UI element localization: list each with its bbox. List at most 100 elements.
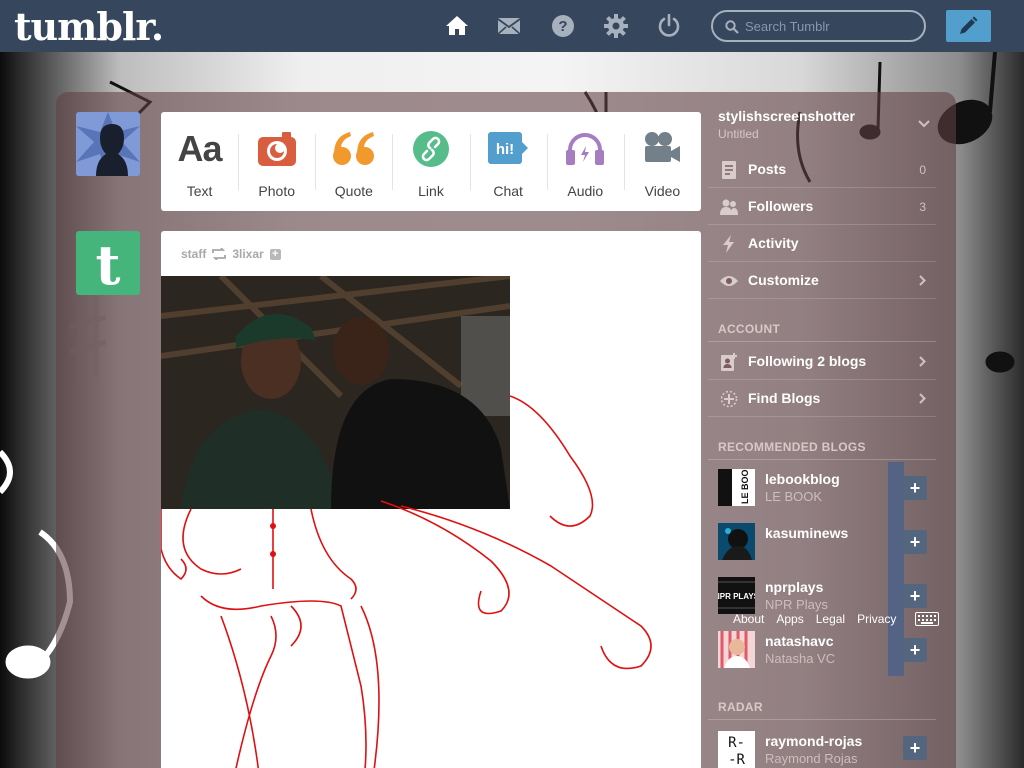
reblog-icon — [212, 248, 227, 260]
blog-avatar: R- -R — [718, 731, 755, 768]
search-box[interactable] — [711, 10, 926, 42]
blog-title: Raymond Rojas — [765, 751, 858, 766]
recommended-heading: RECOMMENDED BLOGS — [718, 440, 866, 454]
footer-link-privacy[interactable]: Privacy — [857, 612, 896, 626]
footer-link-legal[interactable]: Legal — [816, 612, 845, 626]
eye-icon — [720, 276, 738, 286]
svg-text:LE BOOK: LE BOOK — [740, 469, 750, 504]
sidebar-item-find-blogs[interactable]: Find Blogs — [708, 380, 936, 417]
tumblr-logo[interactable]: tumblr. — [14, 4, 164, 49]
follow-button-raymond-rojas[interactable]: + — [903, 736, 927, 760]
post-type-audio[interactable]: Audio — [546, 112, 624, 211]
chevron-down-icon — [918, 120, 930, 128]
chevron-right-icon — [919, 356, 926, 367]
blog-title: Untitled — [718, 127, 759, 141]
post-type-quote[interactable]: Quote — [315, 112, 392, 211]
blog-name: nprplays — [765, 579, 824, 595]
staff-avatar[interactable]: t — [76, 231, 140, 295]
chat-icon: hi! — [488, 132, 529, 164]
svg-text:NPR PLAYS: NPR PLAYS — [718, 592, 755, 601]
blog-avatar — [718, 523, 755, 560]
following-list-icon — [721, 353, 737, 371]
blog-name: lebookblog — [765, 471, 840, 487]
mail-icon[interactable] — [497, 14, 521, 38]
footer-link-about[interactable]: About — [733, 612, 764, 626]
help-icon[interactable]: ? — [551, 14, 575, 38]
post-type-label: Link — [418, 183, 444, 199]
radar-blog-raymond-rojas[interactable]: R- -R raymond-rojas Raymond Rojas — [708, 731, 936, 768]
account-heading: ACCOUNT — [718, 322, 781, 336]
footer-links: About Apps Legal Privacy — [733, 612, 898, 626]
compass-icon — [720, 390, 738, 408]
blog-switcher[interactable]: stylishscreenshotter Untitled — [718, 108, 930, 148]
blog-avatar — [718, 631, 755, 668]
chevron-right-icon — [919, 393, 926, 404]
headphones-icon — [566, 133, 605, 165]
sidebar-item-customize[interactable]: Customize — [708, 262, 936, 299]
svg-text:-R: -R — [728, 752, 745, 768]
sidebar-item-followers[interactable]: Followers 3 — [708, 188, 936, 225]
svg-text:?: ? — [558, 18, 567, 35]
svg-text:R-: R- — [728, 735, 745, 751]
blog-name: kasuminews — [765, 525, 849, 541]
follow-button-nprplays[interactable]: + — [903, 584, 927, 608]
sidebar-item-activity[interactable]: Activity — [708, 225, 936, 262]
recommended-blog-natashavc[interactable]: natashavc Natasha VC — [708, 631, 936, 685]
post-type-label: Photo — [258, 183, 295, 199]
sidebar-item-label: Followers — [748, 198, 814, 214]
post-type-link[interactable]: Link — [392, 112, 469, 211]
camera-icon — [257, 132, 296, 166]
blog-title: Natasha VC — [765, 651, 836, 666]
video-camera-icon — [645, 132, 681, 162]
followers-people-icon — [720, 199, 738, 215]
sidebar-item-label: Activity — [748, 235, 799, 251]
power-logout-icon[interactable] — [657, 14, 681, 38]
post-type-chooser: Aa Text Photo Quote Link hi! Chat Audio … — [161, 112, 701, 211]
post-type-photo[interactable]: Photo — [238, 112, 315, 211]
recommended-blog-kasuminews[interactable]: kasuminews — [708, 523, 936, 577]
post-type-label: Chat — [493, 183, 523, 199]
home-icon[interactable] — [445, 14, 469, 38]
followers-count: 3 — [919, 200, 926, 214]
post-type-label: Quote — [334, 183, 373, 199]
sidebar-item-label: Find Blogs — [748, 390, 821, 406]
post-type-video[interactable]: Video — [623, 112, 701, 211]
reblog-post-card: staff 3lixar + — [161, 231, 701, 768]
post-type-chat[interactable]: hi! Chat — [469, 112, 547, 211]
blog-title: NPR Plays — [765, 597, 828, 612]
chevron-right-icon — [919, 275, 926, 286]
post-type-text[interactable]: Aa Text — [161, 112, 238, 211]
posts-document-icon — [722, 161, 736, 179]
follow-button-lebookblog[interactable]: + — [903, 476, 927, 500]
text-icon: Aa — [177, 128, 223, 169]
top-nav-bar: tumblr. ? — [0, 0, 1024, 52]
staff-avatar-glyph: t — [95, 233, 121, 295]
search-input[interactable] — [745, 16, 915, 36]
pencil-icon — [960, 16, 978, 34]
post-type-label: Audio — [567, 183, 604, 199]
follow-plus-icon[interactable]: + — [269, 248, 281, 260]
blog-title: LE BOOK — [765, 489, 823, 504]
red-line-drawing — [161, 395, 652, 768]
post-type-label: Text — [186, 183, 213, 199]
post-author-link[interactable]: staff — [181, 247, 206, 261]
user-avatar[interactable] — [76, 112, 140, 176]
sidebar-item-following[interactable]: Following 2 blogs — [708, 343, 936, 380]
sidebar-item-posts[interactable]: Posts 0 — [708, 151, 936, 188]
sidebar-item-label: Customize — [748, 272, 819, 288]
divider — [708, 459, 936, 460]
footer-link-apps[interactable]: Apps — [776, 612, 803, 626]
follow-button-kasuminews[interactable]: + — [903, 530, 927, 554]
compose-post-button[interactable] — [946, 10, 991, 42]
blog-name: natashavc — [765, 633, 834, 649]
blog-avatar: LE BOOK — [718, 469, 755, 506]
keyboard-shortcuts-icon[interactable] — [915, 612, 939, 626]
post-type-label: Video — [644, 183, 681, 199]
lightning-bolt-icon — [723, 235, 734, 253]
post-header: staff 3lixar + — [181, 246, 281, 262]
quote-icon — [332, 132, 374, 165]
settings-gear-icon[interactable] — [604, 14, 628, 38]
follow-button-natashavc[interactable]: + — [903, 638, 927, 662]
recommended-blog-lebookblog[interactable]: LE BOOK lebookblog LE BOOK — [708, 469, 936, 523]
reblogged-from-link[interactable]: 3lixar — [232, 247, 263, 261]
